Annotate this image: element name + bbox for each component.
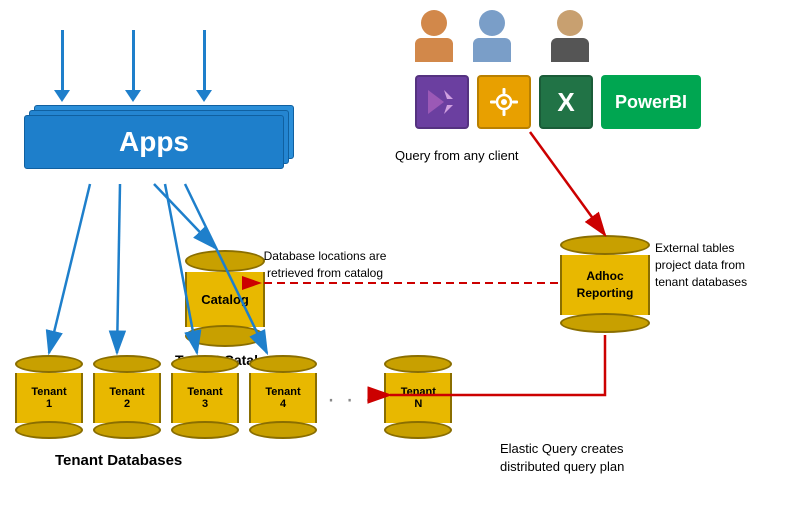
arrow-head xyxy=(54,90,70,102)
arrow-2 xyxy=(125,30,141,102)
catalog-cylinder: Catalog xyxy=(185,250,265,347)
tenant-2-body: Tenant2 xyxy=(93,373,161,423)
person-3-head xyxy=(557,10,583,36)
tenant-1-top xyxy=(15,355,83,373)
adhoc-top xyxy=(560,235,650,255)
db-locations-label: Database locations areretrieved from cat… xyxy=(255,248,395,282)
person-2-body xyxy=(473,38,511,62)
tenant-row: Tenant1 Tenant2 Tenant3 Tenant4 · · · Te… xyxy=(15,355,452,439)
ssms-icon xyxy=(477,75,531,129)
person-1-body xyxy=(415,38,453,62)
tenant-2-bottom xyxy=(93,421,161,439)
tenant-databases-label: Tenant Databases xyxy=(55,452,182,469)
apps-label: Apps xyxy=(24,115,284,169)
tenant-1-body: Tenant1 xyxy=(15,373,83,423)
person-2 xyxy=(473,10,511,62)
tenant-3: Tenant3 xyxy=(171,355,239,439)
tenant-dots: · · · xyxy=(327,386,374,439)
excel-icon: X xyxy=(539,75,593,129)
tenant-n-top xyxy=(384,355,452,373)
query-from-client-label: Query from any client xyxy=(395,148,519,163)
arrow-3 xyxy=(196,30,212,102)
tenant-n-bottom xyxy=(384,421,452,439)
arrow-shaft xyxy=(61,30,64,90)
tool-icons-row: X PowerBI xyxy=(415,75,701,129)
catalog-bottom xyxy=(185,325,265,347)
external-tables-label: External tablesproject data fromtenant d… xyxy=(655,240,785,290)
catalog-body: Catalog xyxy=(185,272,265,327)
tenant-2: Tenant2 xyxy=(93,355,161,439)
arrow-shaft xyxy=(132,30,135,90)
person-1 xyxy=(415,10,453,62)
tenant-2-top xyxy=(93,355,161,373)
tenant-n-body: TenantN xyxy=(384,373,452,423)
tenant-1: Tenant1 xyxy=(15,355,83,439)
adhoc-cylinder: AdhocReporting xyxy=(560,235,650,333)
powerbi-icon: PowerBI xyxy=(601,75,701,129)
diagram: Apps Catalog Tenant Catalog Tenant1 Tena… xyxy=(0,0,800,507)
person-2-head xyxy=(479,10,505,36)
person-1-head xyxy=(421,10,447,36)
tenant-3-top xyxy=(171,355,239,373)
arrow-shaft xyxy=(203,30,206,90)
adhoc-bottom xyxy=(560,313,650,333)
person-3 xyxy=(551,10,589,62)
tenant-n: TenantN xyxy=(384,355,452,439)
tenant-4-top xyxy=(249,355,317,373)
tenant-4-body: Tenant4 xyxy=(249,373,317,423)
tenant-4: Tenant4 xyxy=(249,355,317,439)
arrow-head xyxy=(125,90,141,102)
visual-studio-icon xyxy=(415,75,469,129)
tenant-3-bottom xyxy=(171,421,239,439)
tenant-1-bottom xyxy=(15,421,83,439)
client-persons xyxy=(415,10,589,62)
catalog-top xyxy=(185,250,265,272)
adhoc-block: AdhocReporting xyxy=(560,235,650,333)
tenant-3-body: Tenant3 xyxy=(171,373,239,423)
top-arrows xyxy=(54,30,212,102)
arrow-head xyxy=(196,90,212,102)
tenant-4-bottom xyxy=(249,421,317,439)
elastic-query-label: Elastic Query createsdistributed query p… xyxy=(500,440,710,476)
adhoc-body: AdhocReporting xyxy=(560,255,650,315)
person-3-body xyxy=(551,38,589,62)
arrow-1 xyxy=(54,30,70,102)
